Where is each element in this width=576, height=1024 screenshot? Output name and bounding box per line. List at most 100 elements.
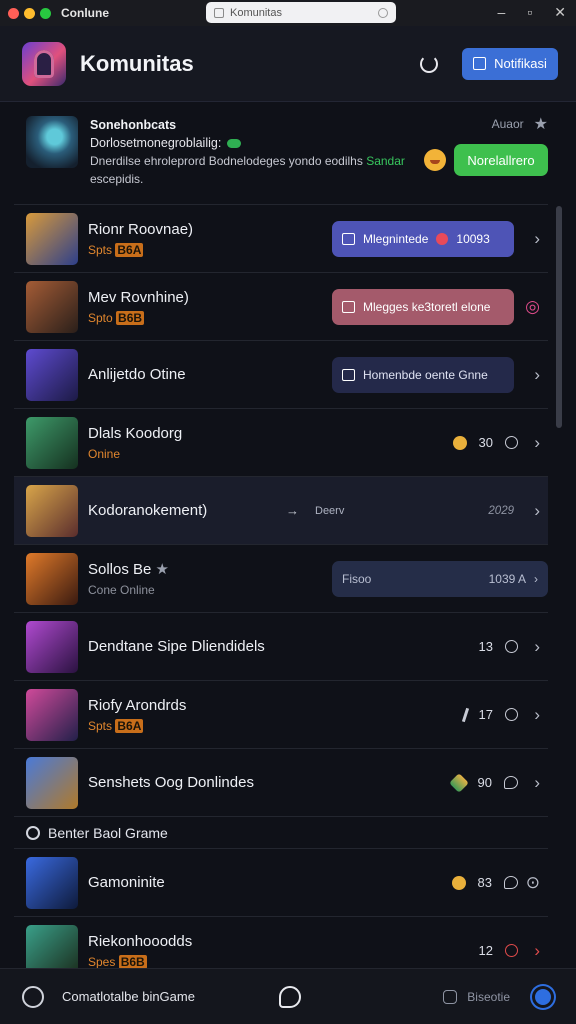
list-item-meta: 30 — [452, 435, 518, 450]
list-item-badge: B6A — [115, 242, 144, 257]
list-item[interactable]: Mev Rovnhine) Spto B6B Mlegges ke3toretl… — [14, 272, 548, 340]
profile-icon[interactable] — [22, 985, 44, 1008]
list-item[interactable]: Senshets Oog Donlindes 90 › — [14, 748, 548, 816]
list-item[interactable]: Dlals Koodorg Onine 30 › — [14, 408, 548, 476]
list-item[interactable]: Anlijetdo Otine Homenbde oente Gnne › — [14, 340, 548, 408]
chevron-right-icon[interactable]: › — [534, 941, 540, 961]
list-item-title: Kodoranokement) — [88, 502, 208, 519]
game-thumbnail — [26, 756, 78, 809]
list-item-mid-label: Deerv — [315, 504, 345, 517]
message-icon — [342, 300, 355, 313]
list-item-meta: 17 — [461, 707, 518, 722]
chat-icon[interactable] — [279, 985, 301, 1008]
list-item-title: Sollos Be — [88, 561, 152, 578]
game-thumbnail — [26, 212, 78, 265]
message-pill[interactable]: Fisoo 1039 A › — [332, 560, 548, 597]
list-item-title: Riofy Arondrds — [88, 696, 187, 714]
list-item-count: 17 — [478, 707, 493, 722]
list-item-sub: Spts — [88, 242, 113, 257]
section-icon — [26, 825, 40, 840]
list-item-title: Dendtane Sipe Dliendidels — [88, 638, 265, 655]
notifications-button[interactable]: Notifikasi — [462, 47, 558, 80]
maximize-window-button[interactable] — [40, 7, 51, 19]
window-buttons: – ▫ ✕ — [498, 4, 567, 21]
game-thumbnail — [26, 484, 78, 537]
smiley-icon — [451, 875, 466, 890]
chevron-right-icon[interactable]: › — [534, 229, 540, 249]
gem-icon — [448, 772, 469, 793]
list-item-badge: B6B — [116, 310, 145, 325]
message-pill[interactable]: Mlegnintede 10093 — [332, 220, 514, 257]
chevron-right-icon[interactable]: › — [534, 501, 540, 521]
chevron-right-icon[interactable]: › — [534, 433, 540, 453]
list-item-title: Gamoninite — [88, 874, 165, 891]
game-thumbnail — [26, 620, 78, 673]
list-item-count: 83 — [477, 875, 492, 890]
app-logo — [22, 41, 66, 86]
close-window-button[interactable] — [8, 7, 19, 19]
list-item[interactable]: Kodoranokement) → Deerv 2029 › — [14, 476, 548, 544]
scrollbar[interactable] — [556, 206, 562, 428]
game-thumbnail — [26, 688, 78, 741]
featured-card[interactable]: Sonehonbcats Dorlosetmonegroblailig: Dne… — [14, 104, 562, 198]
list-item[interactable]: Dendtane Sipe Dliendidels 13 › — [14, 612, 548, 680]
chevron-right-icon[interactable]: › — [534, 365, 540, 385]
star-icon[interactable]: ★ — [534, 114, 548, 134]
target-icon[interactable]: ◎ — [525, 297, 540, 317]
refresh-icon[interactable] — [420, 54, 438, 73]
chat-icon — [504, 776, 518, 789]
list-item-title: Riekonhooodds — [88, 932, 193, 950]
minimize-window-button[interactable] — [24, 7, 35, 19]
heart-icon — [436, 232, 449, 245]
address-bar[interactable]: Komunitas — [206, 2, 396, 23]
featured-desc: Dnerdilse ehroleprord Bodnelodeges yondo… — [90, 154, 363, 168]
featured-time: Auaor — [491, 117, 524, 131]
bottom-bar: Comatlotalbe binGame Biseotie — [0, 968, 576, 1024]
close-icon[interactable]: ✕ — [554, 4, 566, 21]
chevron-right-icon[interactable]: › — [534, 637, 540, 657]
game-thumbnail — [26, 856, 78, 909]
list-item[interactable]: Rionr Roovnae) Spts B6A Mlegnintede 1009… — [14, 204, 548, 272]
list-item-meta: 13 — [479, 639, 518, 654]
bottom-right-label[interactable]: Biseotie — [467, 990, 510, 1004]
message-pill[interactable]: Mlegges ke3toretl elone — [332, 288, 514, 325]
restore-icon[interactable]: ▫ — [527, 4, 532, 21]
message-pill-label: Mlegges ke3toretl elone — [363, 299, 491, 314]
featured-desc-link[interactable]: Sandar — [366, 154, 405, 168]
list-item[interactable]: Riofy Arondrds Spts B6A 17 › — [14, 680, 548, 748]
chevron-right-icon[interactable]: › — [534, 572, 538, 586]
list-item-meta: 83 — [451, 875, 518, 890]
list-item[interactable]: Gamoninite 83 ⊙ — [14, 848, 548, 916]
section-title: Benter Baol Grame — [48, 824, 168, 841]
list-item[interactable]: Sollos Be ★ Cone Online Fisoo 1039 A › — [14, 544, 548, 612]
app-name: Conlune — [61, 6, 109, 20]
list-item-badge: B6A — [115, 718, 144, 733]
message-pill-label: Fisoo — [342, 571, 372, 586]
window-controls — [8, 7, 51, 19]
message-pill[interactable]: Homenbde oente Gnne — [332, 356, 514, 393]
online-badge — [227, 138, 242, 148]
notification-icon — [473, 57, 487, 70]
list-item-mid: → Deerv — [286, 503, 344, 518]
list-item-meta: 90 — [448, 772, 518, 793]
minimize-icon[interactable]: – — [498, 4, 506, 21]
gear-icon[interactable] — [532, 985, 554, 1008]
message-pill-label: Homenbde oente Gnne — [363, 367, 488, 382]
bottom-label[interactable]: Comatlotalbe binGame — [62, 989, 195, 1004]
chat-icon — [504, 876, 518, 889]
star-icon[interactable]: ★ — [156, 561, 169, 578]
pin-icon — [461, 707, 469, 722]
list-item-meta: 12 — [479, 943, 518, 958]
clock-icon — [505, 640, 518, 653]
alert-clock-icon — [505, 944, 518, 957]
more-icon[interactable]: ⊙ — [526, 873, 540, 893]
reload-icon[interactable] — [378, 7, 388, 18]
join-button[interactable]: Norelallrero — [454, 144, 548, 176]
game-thumbnail — [26, 416, 78, 469]
list-item-count: 90 — [477, 775, 492, 790]
arrow-icon: → — [286, 503, 299, 518]
chevron-right-icon[interactable]: › — [534, 773, 540, 793]
chevron-right-icon[interactable]: › — [534, 705, 540, 725]
featured-thumbnail — [26, 116, 78, 168]
game-thumbnail — [26, 280, 78, 333]
